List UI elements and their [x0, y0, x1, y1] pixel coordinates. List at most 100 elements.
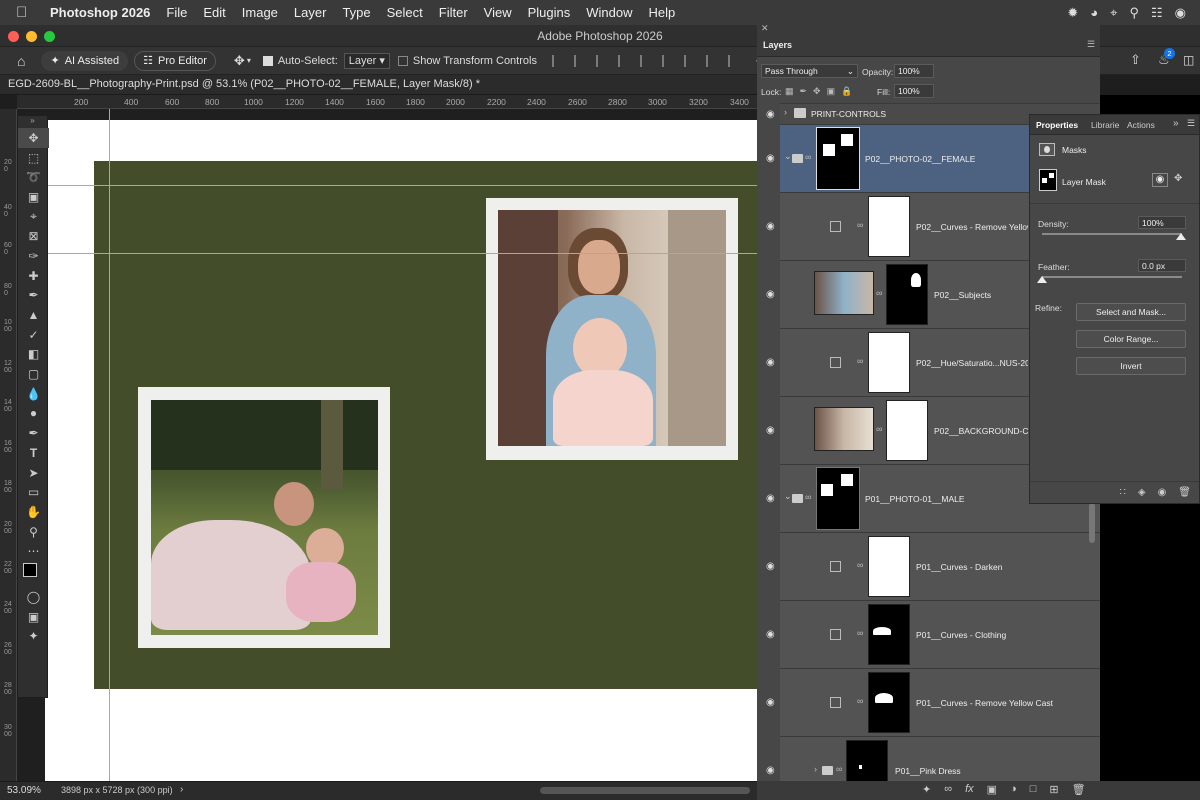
tab-actions[interactable]: Actions — [1127, 120, 1155, 130]
pen-tool-icon[interactable]: ✒ — [18, 423, 49, 443]
invert-button[interactable]: Invert — [1076, 357, 1186, 375]
menu-app-name[interactable]: Photoshop 2026 — [42, 5, 158, 20]
move-tool-icon[interactable]: ✥ — [18, 128, 49, 148]
distribute-vertical-icon[interactable] — [705, 54, 718, 67]
guide-horizontal[interactable] — [45, 253, 757, 254]
vector-mask-icon[interactable]: ✥ — [1174, 173, 1190, 187]
chevron-down-icon[interactable]: ▾ — [247, 56, 251, 65]
hand-tool-icon[interactable]: ✋ — [18, 502, 49, 522]
ai-assisted-button[interactable]: ✦ AI Assisted — [41, 50, 129, 71]
brush-tool-icon[interactable]: ✒ — [18, 286, 49, 306]
layer-mask-thumbnail[interactable] — [846, 740, 888, 782]
eyedropper-tool-icon[interactable]: ✑ — [18, 246, 49, 266]
density-input[interactable]: 100% — [1138, 216, 1186, 229]
document-canvas[interactable] — [17, 109, 757, 781]
layer-mask-thumbnail[interactable] — [816, 127, 860, 190]
wifi-icon[interactable]: ⌖ — [1110, 5, 1117, 21]
lock-icons[interactable]: ▦✒✥▣🔒 — [785, 86, 858, 97]
zoom-level[interactable]: 53.09% — [7, 785, 41, 796]
layer-mask-thumbnail[interactable] — [886, 400, 928, 461]
guide-horizontal[interactable] — [45, 185, 757, 186]
guide-vertical[interactable] — [109, 109, 110, 781]
type-tool-icon[interactable]: T — [18, 443, 49, 463]
siri-icon[interactable]: ◉ — [1175, 5, 1186, 21]
visibility-eye-icon[interactable]: ◉ — [766, 109, 775, 120]
auto-select-dropdown[interactable]: Layer ▾ — [343, 52, 390, 69]
chatgpt-icon[interactable]: ✹ — [1067, 5, 1078, 21]
opacity-input[interactable]: 100% — [894, 64, 934, 78]
link-layers-icon[interactable]: ✦ — [922, 783, 931, 796]
panel-menu-icon[interactable]: ☰ — [1187, 118, 1195, 129]
menu-filter[interactable]: Filter — [431, 5, 476, 20]
search-icon[interactable]: ⚲ — [1129, 5, 1139, 21]
visibility-eye-icon[interactable]: ◉ — [1158, 487, 1167, 498]
new-group-icon[interactable]: □ — [1030, 783, 1037, 796]
chevron-right-icon[interactable]: › — [814, 764, 817, 774]
chevron-down-icon[interactable]: ⌄ — [784, 151, 792, 162]
menu-file[interactable]: File — [158, 5, 195, 20]
align-right-icon[interactable] — [595, 54, 608, 67]
menu-select[interactable]: Select — [379, 5, 431, 20]
density-slider-handle[interactable] — [1176, 233, 1186, 240]
layers-tab[interactable]: Layers — [763, 40, 792, 50]
lasso-tool-icon[interactable]: ➰ — [18, 167, 49, 187]
close-panel-icon[interactable]: ✕ — [761, 23, 769, 34]
panel-menu-icon[interactable]: ☰ — [1087, 39, 1095, 50]
new-layer-icon[interactable]: ⊞ — [1049, 783, 1058, 796]
visibility-eye-icon[interactable]: ◉ — [766, 561, 775, 572]
layer-p01-curves-darken[interactable]: ◉ ∞ P01__Curves - Darken — [766, 532, 1100, 600]
crop-tool-icon[interactable]: ⌖ — [18, 207, 49, 227]
control-center-icon[interactable]: ☷ — [1151, 5, 1163, 21]
healing-brush-tool-icon[interactable]: ✚ — [18, 266, 49, 286]
blur-tool-icon[interactable]: 💧 — [18, 384, 49, 404]
visibility-eye-icon[interactable]: ◉ — [766, 357, 775, 368]
home-icon[interactable]: ⌂ — [17, 53, 25, 69]
visibility-eye-icon[interactable]: ◉ — [766, 629, 775, 640]
menu-edit[interactable]: Edit — [195, 5, 233, 20]
layer-group-pink-dress[interactable]: ◉ › ∞ P01__Pink Dress — [766, 736, 1100, 782]
layer-thumbnail[interactable] — [814, 271, 874, 315]
clone-stamp-tool-icon[interactable]: ▲ — [18, 305, 49, 325]
chevron-right-icon[interactable]: › — [180, 784, 183, 795]
marquee-tool-icon[interactable]: ⬚ — [18, 148, 49, 168]
feather-input[interactable]: 0.0 px — [1138, 259, 1186, 272]
add-mask-icon[interactable]: ▣ — [987, 783, 997, 796]
blend-mode-dropdown[interactable]: Pass Through ⌄ — [761, 64, 858, 78]
layer-thumbnail[interactable] — [814, 407, 874, 451]
layer-mask-thumbnail[interactable] — [868, 332, 910, 393]
layer-mask-thumbnail[interactable] — [868, 196, 910, 257]
trash-icon[interactable]: 🗑 — [1178, 487, 1191, 498]
move-tool-preset-icon[interactable]: ✥ — [234, 53, 245, 69]
distribute-horizontal-icon[interactable] — [727, 54, 740, 67]
pro-editor-button[interactable]: ☷ Pro Editor — [134, 50, 216, 71]
share-icon[interactable]: ⇧ — [1130, 52, 1141, 68]
layer-p01-curves-clothing[interactable]: ◉ ∞ P01__Curves - Clothing — [766, 600, 1100, 668]
apply-mask-icon[interactable]: ◈ — [1138, 487, 1146, 498]
fill-input[interactable]: 100% — [894, 84, 934, 98]
frame-tool-icon[interactable]: ⊠ — [18, 226, 49, 246]
visibility-eye-icon[interactable]: ◉ — [766, 697, 775, 708]
color-range-button[interactable]: Color Range... — [1076, 330, 1186, 348]
menu-view[interactable]: View — [476, 5, 520, 20]
collapse-icon[interactable]: » — [18, 116, 47, 128]
tab-libraries[interactable]: Librarie — [1091, 120, 1119, 130]
align-middle-icon[interactable] — [639, 54, 652, 67]
object-select-tool-icon[interactable]: ▣ — [18, 187, 49, 207]
history-brush-tool-icon[interactable]: ✓ — [18, 325, 49, 345]
document-tab[interactable]: EGD-2609-BL__Photography-Print.psd @ 53.… — [0, 75, 757, 95]
layer-mask-thumbnail[interactable] — [816, 467, 860, 530]
chevron-right-icon[interactable]: › — [784, 107, 787, 117]
feather-slider-track[interactable] — [1042, 276, 1182, 278]
gradient-tool-icon[interactable]: ▢ — [18, 364, 49, 384]
quick-mask-icon[interactable]: ◯ — [18, 587, 49, 607]
auto-select-checkbox[interactable]: Auto-Select: — [262, 55, 338, 67]
menu-window[interactable]: Window — [578, 5, 640, 20]
zoom-tool-icon[interactable]: ⚲ — [18, 522, 49, 542]
tab-properties[interactable]: Properties — [1036, 120, 1078, 130]
visibility-eye-icon[interactable]: ◉ — [766, 765, 775, 776]
feather-slider-handle[interactable] — [1037, 276, 1047, 283]
chevron-down-icon[interactable]: ⌄ — [784, 491, 792, 502]
pixel-mask-icon[interactable]: ◉ — [1152, 173, 1168, 187]
visibility-eye-icon[interactable]: ◉ — [766, 153, 775, 164]
fx-icon[interactable]: fx — [965, 783, 974, 796]
